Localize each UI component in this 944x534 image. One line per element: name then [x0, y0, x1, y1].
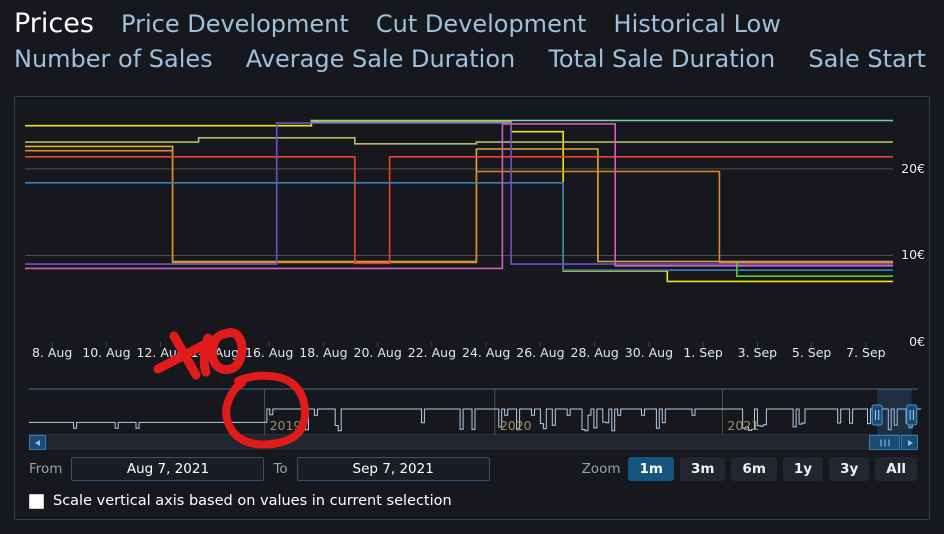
- from-date-input[interactable]: [71, 457, 265, 481]
- tab-total-sale-duration[interactable]: Total Sale Duration: [548, 47, 775, 71]
- tab-historical-low[interactable]: Historical Low: [614, 12, 781, 36]
- navigator-scrollbar[interactable]: [29, 435, 918, 450]
- series-orange-dark: [25, 149, 893, 264]
- y-axis-tick-20: 20€: [901, 160, 925, 176]
- scale-axis-option-row: Scale vertical axis based on values in c…: [29, 493, 452, 509]
- navigator-sparkline: [29, 408, 921, 432]
- x-axis-tick: 20. Aug: [353, 345, 402, 360]
- tab-cut-development[interactable]: Cut Development: [376, 12, 587, 36]
- grip-icon: [880, 439, 889, 446]
- navigator-year-2020: 2020: [499, 418, 532, 433]
- zoom-button-1m[interactable]: 1m: [628, 457, 674, 481]
- x-axis-tick: 10. Aug: [82, 345, 131, 360]
- zoom-button-1y[interactable]: 1y: [782, 457, 824, 481]
- x-axis-tick: 26. Aug: [516, 345, 565, 360]
- scale-axis-label: Scale vertical axis based on values in c…: [53, 493, 452, 509]
- to-date-input[interactable]: [296, 457, 490, 481]
- from-label: From: [29, 461, 63, 477]
- tab-number-of-sales[interactable]: Number of Sales: [14, 47, 213, 71]
- x-axis-tick: 16. Aug: [244, 345, 294, 360]
- zoom-button-3y[interactable]: 3y: [829, 457, 870, 481]
- tab-bar: Prices Price Development Cut Development…: [0, 0, 944, 71]
- x-axis-tick: 22. Aug: [407, 345, 457, 360]
- series-khaki: [25, 137, 893, 145]
- zoom-button-3m[interactable]: 3m: [679, 457, 726, 481]
- x-axis: 8. Aug 10. Aug 12. Aug 14. Aug 16. Aug 18. Au…: [15, 345, 929, 369]
- tab-row-primary: Prices Price Development Cut Development…: [14, 10, 930, 37]
- x-axis-tick: 8. Aug: [31, 345, 73, 360]
- x-axis-tick: 14. Aug: [190, 345, 240, 360]
- x-axis-tick: 7. Sep: [846, 345, 886, 360]
- scale-axis-checkbox[interactable]: [29, 493, 44, 509]
- scrollbar-thumb[interactable]: [869, 435, 900, 450]
- tab-sale-start[interactable]: Sale Start: [808, 47, 926, 71]
- price-chart[interactable]: 20€ 10€ 0€ 8. Aug 10. Aug 12. Aug 14. Aug 16…: [15, 97, 929, 387]
- price-chart-svg: [25, 119, 893, 347]
- date-range-group: From To: [29, 457, 490, 481]
- y-axis-tick-10: 10€: [901, 247, 925, 263]
- zoom-label: Zoom: [581, 461, 621, 477]
- navigator-handle-left[interactable]: [871, 404, 883, 426]
- zoom-button-all[interactable]: All: [875, 457, 917, 481]
- navigator-year-2019: 2019: [269, 418, 302, 433]
- tab-row-secondary: Number of Sales Average Sale Duration To…: [14, 47, 930, 71]
- tab-average-sale-duration[interactable]: Average Sale Duration: [246, 47, 515, 71]
- series-steel-blue: [25, 182, 893, 271]
- to-label: To: [273, 461, 288, 477]
- tab-prices[interactable]: Prices: [14, 10, 94, 37]
- x-axis-tick: 28. Aug: [570, 345, 619, 360]
- scroll-left-arrow-button[interactable]: [29, 435, 46, 450]
- x-axis-tick: 3. Sep: [737, 345, 778, 360]
- x-axis-tick: 1. Sep: [683, 345, 723, 360]
- x-axis-tick: 18. Aug: [299, 345, 348, 360]
- chart-panel: 20€ 10€ 0€ 8. Aug 10. Aug 12. Aug 14. Aug 16…: [14, 96, 930, 520]
- zoom-button-group: Zoom 1m 3m 6m 1y 3y All: [582, 457, 917, 481]
- x-axis-tick: 24. Aug: [461, 345, 511, 360]
- series-orange-light: [25, 145, 893, 263]
- scroll-right-arrow-button[interactable]: [901, 435, 918, 450]
- navigator-year-2021: 2021: [727, 418, 760, 433]
- navigator-handle-right[interactable]: [906, 404, 918, 426]
- x-axis-tick: 30. Aug: [624, 345, 674, 360]
- series-magenta: [25, 123, 893, 270]
- range-selector-row: From To Zoom 1m 3m 6m 1y 3y All: [15, 457, 929, 487]
- series-red: [25, 156, 893, 265]
- tab-price-development[interactable]: Price Development: [121, 12, 349, 36]
- zoom-button-6m[interactable]: 6m: [731, 457, 777, 481]
- x-axis-tick: 5. Sep: [791, 345, 832, 360]
- x-axis-tick: 12. Aug: [136, 345, 185, 360]
